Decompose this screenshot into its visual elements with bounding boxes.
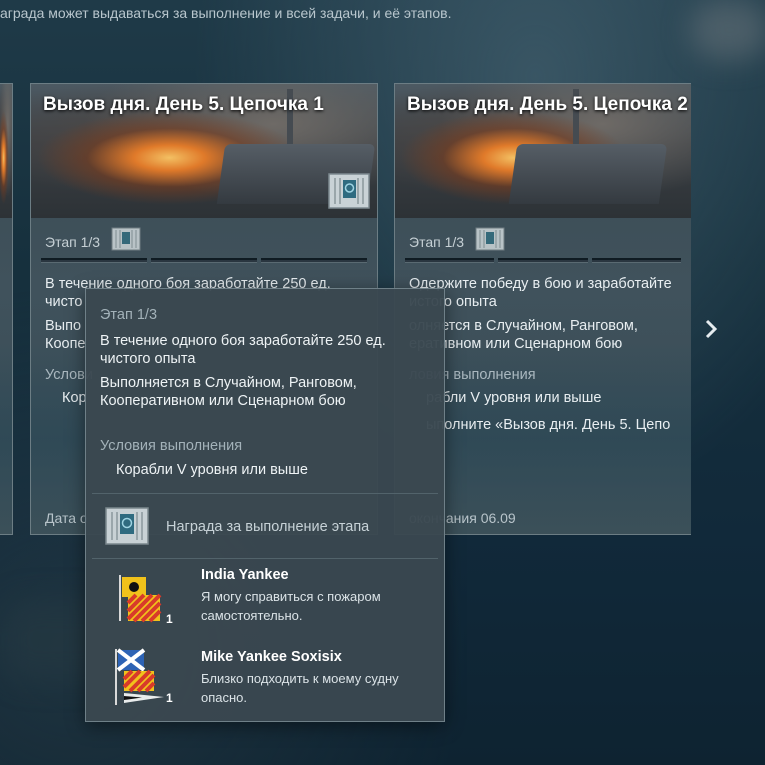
tooltip-task-text: чистого опыта <box>100 351 196 367</box>
reward-description: опасно. <box>201 690 248 705</box>
reward-description: Я могу справиться с пожаром <box>201 589 381 604</box>
reward-title: India Yankee <box>201 567 289 583</box>
ship-hull <box>509 144 668 204</box>
task-text: чисто <box>45 294 83 310</box>
stage-tooltip: Этап 1/3 В течение одного боя заработайт… <box>85 288 445 722</box>
stage-label: Этап 1/3 <box>409 234 465 250</box>
stage-progress-bar <box>41 258 367 263</box>
tooltip-mode-text: Кооперативном или Сценарном бою <box>100 393 346 409</box>
background-blur <box>690 0 765 60</box>
condition-item: рабли V уровня или выше <box>426 390 602 406</box>
divider <box>92 493 438 494</box>
container-icon <box>475 227 505 251</box>
card-footer-date: Дата о <box>45 510 88 526</box>
stage-label: Этап 1/3 <box>45 234 101 250</box>
stage-progress-bar <box>405 258 681 263</box>
tooltip-mode-text: Выполняется в Случайном, Ранговом, <box>100 375 357 391</box>
tooltip-reward-heading: Награда за выполнение этапа <box>166 519 370 535</box>
container-icon <box>105 507 149 545</box>
reward-title: Mike Yankee Soxisix <box>201 649 342 665</box>
signal-flag-icon <box>119 575 162 623</box>
reward-description: Близко подходить к моему судну <box>201 671 399 686</box>
task-text: Одержите победу в бою и заработайте <box>409 276 672 292</box>
rewards-hint-text: аграда может выдаваться за выполнение и … <box>0 5 452 21</box>
chevron-right-icon[interactable] <box>702 317 722 341</box>
card-title: Вызов дня. День 5. Цепочка 2 <box>407 94 688 115</box>
reward-count: 1 <box>166 612 173 626</box>
tooltip-condition-item: Корабли V уровня или выше <box>116 462 308 478</box>
battle-mode-text: Коопе <box>45 336 86 352</box>
container-icon <box>111 227 141 251</box>
container-icon <box>328 173 370 209</box>
reward-count: 1 <box>166 691 173 705</box>
mission-card-previous[interactable] <box>0 83 13 535</box>
signal-flag-icon <box>115 648 164 705</box>
condition-item: Кор <box>62 390 87 406</box>
card-title: Вызов дня. День 5. Цепочка 1 <box>43 94 324 115</box>
battle-mode-text: Выпо <box>45 318 82 334</box>
divider <box>92 558 438 559</box>
tooltip-conditions-heading: Условия выполнения <box>100 438 243 454</box>
reward-description: самостоятельно. <box>201 608 303 623</box>
tooltip-task-text: В течение одного боя заработайте 250 ед. <box>100 333 386 349</box>
card-sea-background <box>0 344 12 534</box>
condition-item: ыполните «Вызов дня. День 5. Цепо <box>426 417 671 433</box>
tooltip-stage-label: Этап 1/3 <box>100 307 158 323</box>
card-hero-image <box>0 84 12 218</box>
